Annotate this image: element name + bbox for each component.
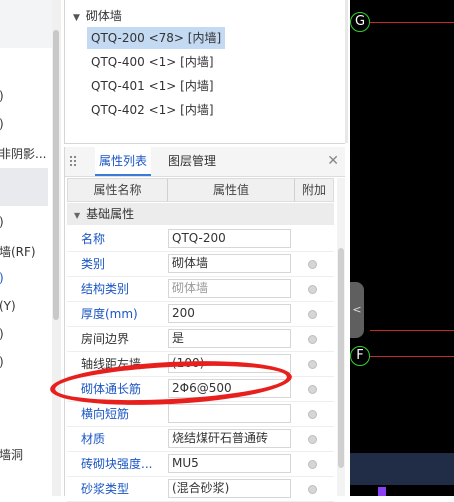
- prop-row-category: 类别 砌体墙: [67, 252, 334, 277]
- prop-row-through-rebar: 砌体通长筋 2Φ6@500: [67, 377, 334, 402]
- property-tabbar: 属性列表 图层管理 ✕: [65, 147, 345, 177]
- prop-value-field[interactable]: MU5: [168, 454, 291, 473]
- attach-checkbox[interactable]: [308, 485, 317, 494]
- canvas-bottom-band: [350, 453, 454, 485]
- left-item[interactable]: ): [0, 117, 4, 131]
- prop-row-thickness: 厚度(mm) 200: [67, 302, 334, 327]
- prop-value-field[interactable]: (100): [168, 354, 291, 373]
- left-item[interactable]: 非阴影...: [0, 145, 46, 162]
- left-item[interactable]: ): [0, 327, 4, 341]
- prop-value-field[interactable]: QTQ-200: [168, 229, 291, 248]
- left-item[interactable]: (Y): [0, 299, 16, 313]
- prop-value-field[interactable]: 砌体墙: [168, 254, 291, 273]
- group-label: 基础属性: [86, 207, 135, 221]
- drag-handle-icon[interactable]: [70, 156, 78, 168]
- prop-value-field[interactable]: [168, 404, 291, 423]
- left-item[interactable]: ): [0, 355, 4, 369]
- left-item[interactable]: ): [0, 271, 4, 285]
- prop-value-field[interactable]: 200: [168, 304, 291, 323]
- component-tree: ▼ 砌体墙 QTQ-200 <78> [内墙] QTQ-400 <1> [内墙] …: [64, 0, 345, 144]
- left-item[interactable]: 墙(RF): [0, 243, 36, 260]
- prop-value-field[interactable]: 是: [168, 329, 291, 348]
- prop-value-field[interactable]: 砌体墙: [168, 279, 291, 298]
- left-scrollbar-thumb[interactable]: [53, 30, 59, 320]
- left-item[interactable]: ): [0, 215, 4, 229]
- attach-checkbox[interactable]: [308, 335, 317, 344]
- left-item[interactable]: ): [0, 89, 4, 103]
- close-icon[interactable]: ✕: [327, 153, 339, 169]
- grid-line: [370, 356, 454, 357]
- prop-row-material: 材质 烧结煤矸石普通砖: [67, 427, 334, 452]
- prop-row-axis-offset: 轴线距左墙... (100): [67, 352, 334, 377]
- prop-row-short-rebar: 横向短筋: [67, 402, 334, 427]
- axis-bubble-f[interactable]: F: [350, 346, 370, 366]
- prop-label: 材质: [81, 432, 106, 446]
- prop-row-brick-strength: 砖砌块强度... MU5: [67, 452, 334, 477]
- prop-row-structure-category: 结构类别 砌体墙: [67, 277, 334, 302]
- attach-checkbox[interactable]: [308, 385, 317, 394]
- property-grid-header: 属性名称 属性值 附加: [67, 178, 334, 202]
- left-item[interactable]: 墙洞: [0, 446, 23, 463]
- left-scrollbar[interactable]: [52, 0, 61, 496]
- prop-label: 类别: [81, 257, 106, 271]
- property-scrollbar-thumb[interactable]: [338, 248, 344, 468]
- prop-row-room-boundary: 房间边界 是: [67, 327, 334, 352]
- attach-checkbox[interactable]: [308, 260, 317, 269]
- prop-value-field[interactable]: 2Φ6@500: [168, 379, 291, 398]
- attach-checkbox[interactable]: [308, 410, 317, 419]
- prop-label: 轴线距左墙...: [81, 357, 153, 371]
- tree-item-qtq-401[interactable]: QTQ-401 <1> [内墙]: [87, 75, 218, 97]
- left-header-band: [0, 0, 52, 48]
- attach-checkbox[interactable]: [308, 360, 317, 369]
- canvas-marker: [378, 487, 386, 496]
- prop-label: 结构类别: [81, 282, 130, 296]
- prop-label: 砂浆类型: [81, 482, 130, 496]
- prop-value-field[interactable]: 烧结煤矸石普通砖: [168, 429, 291, 448]
- attach-checkbox[interactable]: [308, 310, 317, 319]
- tree-root[interactable]: ▼ 砌体墙: [73, 7, 122, 24]
- property-scrollbar[interactable]: [337, 178, 345, 496]
- tree-item-qtq-200[interactable]: QTQ-200 <78> [内墙]: [87, 27, 226, 49]
- prop-label: 房间边界: [81, 332, 130, 346]
- prop-row-mortar-type: 砂浆类型 (混合砂浆): [67, 477, 334, 502]
- prop-label: 横向短筋: [81, 407, 130, 421]
- tree-scrollbar[interactable]: [345, 0, 348, 143]
- prop-label: 砌体通长筋: [81, 382, 142, 396]
- tab-layer-management[interactable]: 图层管理: [168, 147, 216, 176]
- prop-value-field[interactable]: (混合砂浆): [168, 479, 291, 498]
- collapse-triangle-icon[interactable]: ▼: [74, 211, 80, 220]
- column-header-value: 属性值: [212, 183, 249, 197]
- left-selected-band: [0, 168, 48, 206]
- chevron-left-icon[interactable]: <: [350, 282, 364, 338]
- group-basic-properties[interactable]: ▼ 基础属性: [67, 203, 334, 225]
- prop-label: 砖砌块强度...: [81, 457, 153, 471]
- column-header-extra: 附加: [301, 183, 326, 197]
- axis-bubble-g[interactable]: G: [350, 12, 370, 32]
- tree-item-qtq-400[interactable]: QTQ-400 <1> [内墙]: [87, 51, 218, 73]
- attach-checkbox[interactable]: [308, 435, 317, 444]
- column-header-name: 属性名称: [93, 183, 142, 197]
- expand-triangle-icon[interactable]: ▼: [73, 13, 80, 23]
- attach-checkbox[interactable]: [308, 460, 317, 469]
- attach-checkbox[interactable]: [308, 285, 317, 294]
- grid-line: [370, 22, 454, 23]
- prop-label: 厚度(mm): [81, 307, 138, 321]
- tree-item-qtq-402[interactable]: QTQ-402 <1> [内墙]: [87, 99, 218, 121]
- prop-label: 名称: [81, 232, 106, 246]
- tree-root-label: 砌体墙: [85, 9, 122, 23]
- property-panel: 属性列表 图层管理 ✕ 属性名称 属性值 附加 ▼ 基础属性 名称 QTQ-200…: [64, 147, 345, 502]
- tab-property-list[interactable]: 属性列表: [95, 147, 152, 176]
- grid-line: [370, 330, 454, 331]
- prop-row-name: 名称 QTQ-200: [67, 227, 334, 252]
- drawing-canvas[interactable]: G < F: [350, 0, 454, 496]
- left-partial-panel: ) ) 非阴影... ) 墙(RF) ) (Y) ) ) 墙洞: [0, 0, 52, 496]
